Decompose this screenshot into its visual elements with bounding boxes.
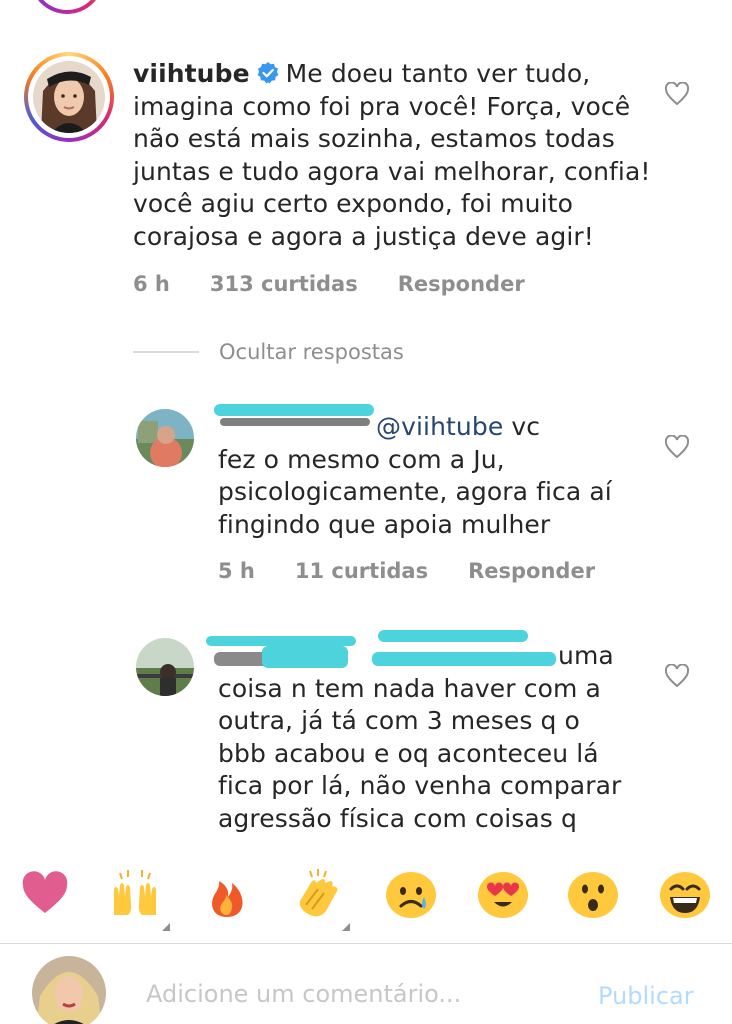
verified-badge-icon xyxy=(257,62,279,84)
fire-emoji-icon[interactable] xyxy=(200,867,254,921)
hide-replies-button[interactable]: Ocultar respostas xyxy=(133,340,404,364)
comment-text-line: Me doeu tanto ver tudo, xyxy=(285,59,591,88)
reply-text-line: agressão física com coisas q xyxy=(218,803,577,833)
comment-text-line: não está mais sozinha, estamos todas xyxy=(133,124,615,153)
current-user-avatar xyxy=(32,956,106,1024)
like-heart-icon[interactable] xyxy=(664,82,690,106)
avatar[interactable] xyxy=(136,409,194,467)
reply-text-line: outra, já tá com 3 meses q o xyxy=(218,706,580,735)
reply-button[interactable]: Responder xyxy=(468,559,595,583)
reply-text-line: bbb acabou e oq aconteceu lá xyxy=(218,738,599,768)
reply-text-line: fingindo que apoia mulher xyxy=(218,509,551,539)
mention-link[interactable]: @viihtube xyxy=(376,412,503,441)
reply-body: @viihtube vc fez o mesmo com a Ju, psico… xyxy=(218,411,658,541)
reply-text-line: fez o mesmo com a Ju, xyxy=(218,444,505,474)
reply-body: uma coisa n tem nada haver com a outra, … xyxy=(218,640,658,835)
like-heart-icon[interactable] xyxy=(664,664,690,688)
emoji-quick-bar xyxy=(0,843,732,943)
avatar[interactable] xyxy=(136,638,194,696)
comment-text-line: corajosa e agora a justiça deve agir! xyxy=(133,221,594,251)
previous-comment-avatar[interactable] xyxy=(30,0,104,14)
laughing-face-emoji-icon[interactable] xyxy=(658,867,712,921)
comment-text-line: imagina como foi pra você! Força, você xyxy=(133,91,631,121)
reply-text-line: fica por lá, não venha comparar xyxy=(218,771,622,800)
hide-replies-label: Ocultar respostas xyxy=(219,340,404,364)
comment-text-line: você agiu certo expondo, foi muito xyxy=(133,189,573,218)
reply-time: 5 h xyxy=(218,559,255,583)
reply-likes[interactable]: 11 curtidas xyxy=(295,559,428,583)
publish-button[interactable]: Publicar xyxy=(598,982,694,1010)
reply-text-line: vc xyxy=(511,412,541,441)
reply-text-line: uma xyxy=(558,641,614,670)
comment-text-line: juntas e tudo agora vai melhorar, confia… xyxy=(133,156,651,186)
comment-likes[interactable]: 313 curtidas xyxy=(210,272,358,296)
reply-text-line: psicologicamente, agora fica aí xyxy=(218,477,612,506)
comment-time: 6 h xyxy=(133,272,170,296)
comment-username[interactable]: viihtube xyxy=(133,59,250,88)
comment-body: viihtube Me doeu tanto ver tudo, imagina … xyxy=(133,58,663,253)
sad-face-emoji-icon[interactable] xyxy=(384,867,438,921)
comment-composer: Adicione um comentário... Publicar xyxy=(0,944,732,1024)
hide-replies-line xyxy=(133,351,199,353)
avatar[interactable] xyxy=(33,61,105,133)
comment-meta: 6 h 313 curtidas Responder xyxy=(133,272,565,296)
heart-eyes-face-emoji-icon[interactable] xyxy=(476,867,530,921)
skin-tone-indicator xyxy=(342,923,350,931)
reply-button[interactable]: Responder xyxy=(398,272,525,296)
skin-tone-indicator xyxy=(162,923,170,931)
heart-emoji-icon[interactable] xyxy=(18,867,72,921)
clapping-hands-emoji-icon[interactable] xyxy=(292,867,346,921)
like-heart-icon[interactable] xyxy=(664,435,690,459)
surprised-face-emoji-icon[interactable] xyxy=(566,867,620,921)
raised-hands-emoji-icon[interactable] xyxy=(108,867,162,921)
comment-input[interactable]: Adicione um comentário... xyxy=(146,980,461,1008)
comments-screen: viihtube Me doeu tanto ver tudo, imagina … xyxy=(0,0,732,1024)
reply-text-line: coisa n tem nada haver com a xyxy=(218,673,601,703)
reply-meta: 5 h 11 curtidas Responder xyxy=(218,559,635,583)
